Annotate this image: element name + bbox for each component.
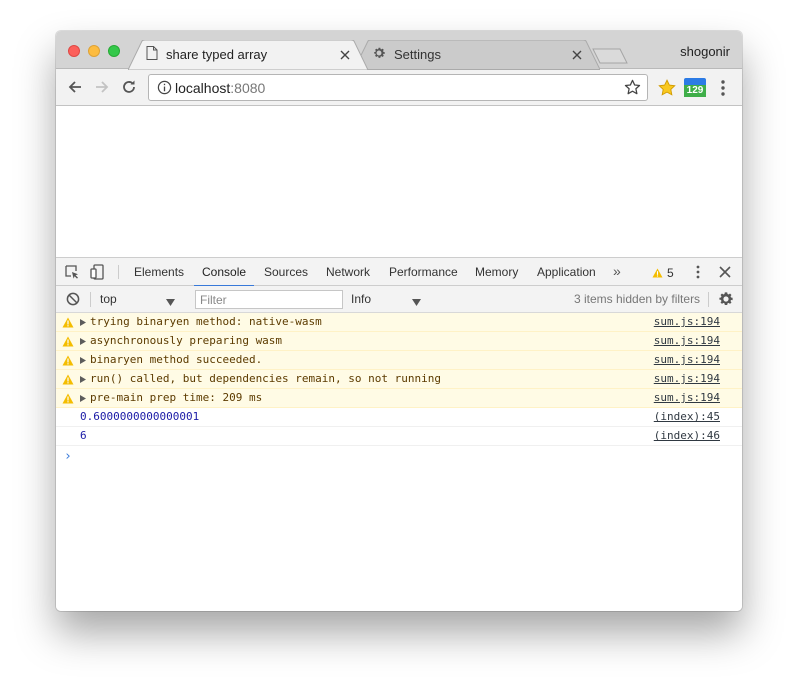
kebab-menu-icon [721,80,725,96]
source-link[interactable]: sum.js:194 [654,351,720,369]
message-text: run() called, but dependencies remain, s… [90,372,441,385]
close-tab-icon[interactable] [338,48,352,62]
tab-sources[interactable]: Sources [264,258,308,286]
devtools-panel: Elements Console Sources Network Perform… [56,257,742,611]
tab-elements[interactable]: Elements [134,258,184,286]
browser-window: Settings share typed array shogonir loca… [56,31,742,611]
close-window-button[interactable] [68,45,80,57]
minimize-window-button[interactable] [88,45,100,57]
close-tab-icon[interactable] [570,48,584,62]
source-link[interactable]: sum.js:194 [654,332,720,350]
more-tabs-button[interactable]: » [613,258,621,286]
message-text: trying binaryen method: native-wasm [90,315,322,328]
tab-application[interactable]: Application [537,258,596,286]
back-button[interactable] [64,76,86,98]
tab-title: Settings [394,47,441,62]
page-content [56,107,742,257]
tab-strip: Settings share typed array shogonir [56,31,742,70]
warning-count: 5 [667,266,674,280]
devtools-menu-icon[interactable] [694,264,702,280]
tab-memory[interactable]: Memory [475,258,518,286]
expand-triangle-icon[interactable] [80,319,86,326]
source-link[interactable]: (index):46 [654,427,720,445]
warning-icon [652,268,663,278]
message-text: pre-main prep time: 209 ms [90,391,263,404]
source-link[interactable]: sum.js:194 [654,370,720,388]
tab-console[interactable]: Console [193,258,255,287]
console-warning-row[interactable]: run() called, but dependencies remain, s… [56,370,742,389]
dropdown-arrow-icon[interactable] [412,295,421,309]
warning-icon [62,355,74,366]
console-messages: trying binaryen method: native-wasm sum.… [56,313,742,466]
console-warning-row[interactable]: pre-main prep time: 209 ms sum.js:194 [56,389,742,408]
gear-icon [372,46,386,63]
message-text: binaryen method succeeded. [90,353,263,366]
reload-button[interactable] [118,76,140,98]
bookmark-star-icon[interactable] [624,79,641,99]
star-extension-icon[interactable] [658,79,676,100]
clear-console-icon[interactable] [66,292,80,309]
expand-triangle-icon[interactable] [80,395,86,402]
tab-performance[interactable]: Performance [389,258,458,286]
console-filter-bar: top Info 3 items hidden by filters [56,286,742,313]
message-text: asynchronously preparing wasm [90,334,283,347]
device-toolbar-icon[interactable] [90,264,106,280]
reload-icon [123,80,135,93]
divider [90,292,91,307]
console-warning-row[interactable]: asynchronously preparing wasm sum.js:194 [56,332,742,351]
url-text: localhost:8080 [175,80,265,96]
url-port: :8080 [230,80,266,96]
console-log-row[interactable]: 0.6000000000000001 (index):45 [56,408,742,427]
browser-menu-button[interactable] [716,78,730,98]
console-log-row[interactable]: 6 (index):46 [56,427,742,446]
info-icon[interactable] [157,80,172,98]
warning-counter[interactable]: 5 [652,266,674,280]
expand-triangle-icon[interactable] [80,357,86,364]
filter-input[interactable] [195,290,343,309]
message-text: 0.6000000000000001 [80,410,200,423]
divider [118,265,119,279]
document-icon [146,46,158,63]
warning-icon [62,317,74,328]
source-link[interactable]: sum.js:194 [654,389,720,407]
console-warning-row[interactable]: trying binaryen method: native-wasm sum.… [56,313,742,332]
console-prompt[interactable]: › [56,446,742,466]
expand-triangle-icon[interactable] [80,338,86,345]
warning-icon [62,393,74,404]
prompt-caret-icon: › [64,449,72,464]
divider [708,292,709,307]
profile-name[interactable]: shogonir [680,44,730,59]
source-link[interactable]: sum.js:194 [654,313,720,331]
console-settings-icon[interactable] [718,291,734,310]
calendar-badge: 129 [684,85,706,97]
forward-button[interactable] [91,76,113,98]
tab-share-typed-array[interactable]: share typed array [128,40,368,70]
maximize-window-button[interactable] [108,45,120,57]
tab-network[interactable]: Network [326,258,370,286]
warning-icon [62,336,74,347]
warning-icon [62,374,74,385]
context-selector[interactable]: top [100,292,117,306]
devtools-tab-bar: Elements Console Sources Network Perform… [56,258,742,287]
close-devtools-icon[interactable] [718,265,732,279]
hidden-items-text: 3 items hidden by filters [574,292,701,306]
arrow-right-icon [96,81,109,93]
console-warning-row[interactable]: binaryen method succeeded. sum.js:194 [56,351,742,370]
address-bar[interactable]: localhost:8080 [148,74,648,101]
tab-settings[interactable]: Settings [354,40,600,70]
dropdown-arrow-icon[interactable] [166,295,175,309]
arrow-left-icon [68,81,81,93]
message-text: 6 [80,429,87,442]
browser-toolbar: localhost:8080 129 [56,69,742,106]
source-link[interactable]: (index):45 [654,408,720,426]
tab-title: share typed array [166,47,268,62]
inspect-element-icon[interactable] [64,264,80,280]
expand-triangle-icon[interactable] [80,376,86,383]
log-level-selector[interactable]: Info [351,292,371,306]
calendar-extension-icon[interactable]: 129 [684,78,706,97]
url-host: localhost [175,80,231,96]
